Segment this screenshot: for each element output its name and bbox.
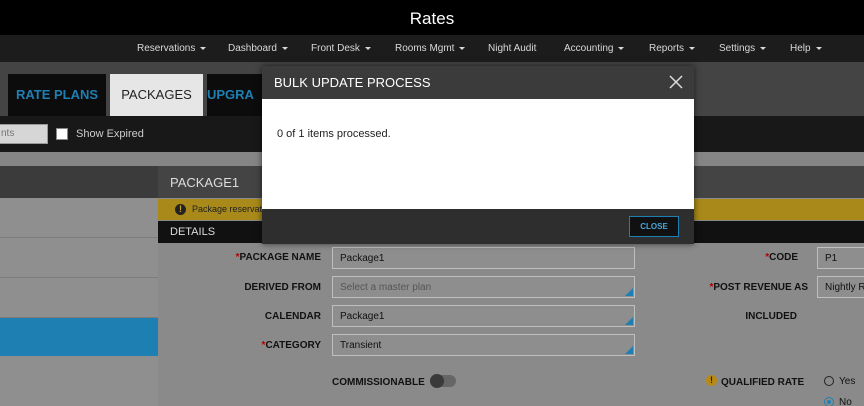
included-label: INCLUDED: [745, 311, 797, 322]
close-icon[interactable]: [668, 74, 684, 90]
chevron-down-icon: [760, 46, 767, 50]
dropdown-corner-icon: [625, 288, 633, 296]
list-item[interactable]: [0, 238, 158, 278]
list-item[interactable]: [0, 198, 158, 238]
category-select[interactable]: Transient: [332, 334, 635, 356]
chevron-down-icon: [364, 46, 371, 50]
package-title: PACKAGE1: [170, 175, 240, 190]
list-item[interactable]: [0, 278, 158, 318]
search-input[interactable]: nts: [0, 124, 48, 144]
code-label: *CODE: [765, 252, 798, 263]
main-nav: Reservations Dashboard Front Desk Rooms …: [0, 35, 864, 62]
chevron-down-icon: [200, 46, 207, 50]
package-name-label: *PACKAGE NAME: [235, 252, 321, 263]
package-list: [0, 166, 158, 406]
qualified-rate-no-radio[interactable]: [824, 397, 834, 406]
list-item-selected[interactable]: [0, 318, 158, 356]
post-revenue-label: *POST REVENUE AS: [709, 282, 808, 293]
app-header: Rates: [0, 0, 864, 35]
chevron-down-icon: [689, 46, 696, 50]
details-title: DETAILS: [170, 226, 216, 238]
dropdown-corner-icon: [625, 317, 633, 325]
show-expired-label: Show Expired: [76, 128, 144, 140]
qualified-rate-no-label: No: [839, 397, 852, 406]
show-expired-checkbox[interactable]: [56, 128, 68, 140]
category-label: *CATEGORY: [261, 340, 321, 351]
nav-settings[interactable]: Settings: [719, 43, 767, 54]
chevron-down-icon: [815, 46, 822, 50]
info-icon: !: [706, 375, 717, 386]
modal-title: BULK UPDATE PROCESS: [274, 75, 431, 90]
tab-packages[interactable]: PACKAGES: [110, 74, 203, 116]
warning-icon: !: [175, 204, 186, 215]
nav-dashboard[interactable]: Dashboard: [228, 43, 288, 54]
page-title: Rates: [409, 9, 455, 28]
commissionable-label: COMMISSIONABLE: [332, 377, 425, 388]
package-name-input[interactable]: Package1: [332, 247, 635, 269]
derived-from-label: DERIVED FROM: [244, 282, 321, 293]
modal-footer: CLOSE: [262, 209, 694, 244]
derived-from-select[interactable]: Select a master plan: [332, 276, 635, 298]
qualified-rate-yes-label: Yes: [839, 376, 856, 387]
nav-reports[interactable]: Reports: [649, 43, 696, 54]
nav-night-audit[interactable]: Night Audit: [488, 43, 536, 54]
modal-header: BULK UPDATE PROCESS: [262, 66, 694, 99]
chevron-down-icon: [459, 46, 466, 50]
close-button[interactable]: CLOSE: [629, 216, 679, 237]
chevron-down-icon: [281, 46, 288, 50]
nav-reservations[interactable]: Reservations: [137, 43, 207, 54]
nav-rooms-mgmt[interactable]: Rooms Mgmt: [395, 43, 466, 54]
dropdown-corner-icon: [625, 346, 633, 354]
nav-front-desk[interactable]: Front Desk: [311, 43, 371, 54]
modal-message: 0 of 1 items processed.: [277, 128, 391, 140]
qualified-rate-label: QUALIFIED RATE: [721, 377, 805, 388]
toggle-knob: [430, 374, 444, 388]
calendar-label: CALENDAR: [264, 311, 321, 322]
chevron-down-icon: [618, 46, 625, 50]
commissionable-toggle[interactable]: [430, 374, 456, 388]
code-input[interactable]: P1: [817, 247, 864, 269]
modal-body: 0 of 1 items processed.: [262, 99, 694, 209]
bulk-update-modal: BULK UPDATE PROCESS 0 of 1 items process…: [262, 66, 694, 244]
calendar-select[interactable]: Package1: [332, 305, 635, 327]
list-header: [0, 166, 158, 198]
tab-rate-plans[interactable]: RATE PLANS: [8, 74, 106, 116]
qualified-rate-yes-radio[interactable]: [824, 376, 834, 386]
post-revenue-select[interactable]: Nightly R: [817, 276, 864, 298]
warning-text: Package reservat: [192, 204, 263, 214]
nav-help[interactable]: Help: [790, 43, 822, 54]
nav-accounting[interactable]: Accounting: [564, 43, 625, 54]
